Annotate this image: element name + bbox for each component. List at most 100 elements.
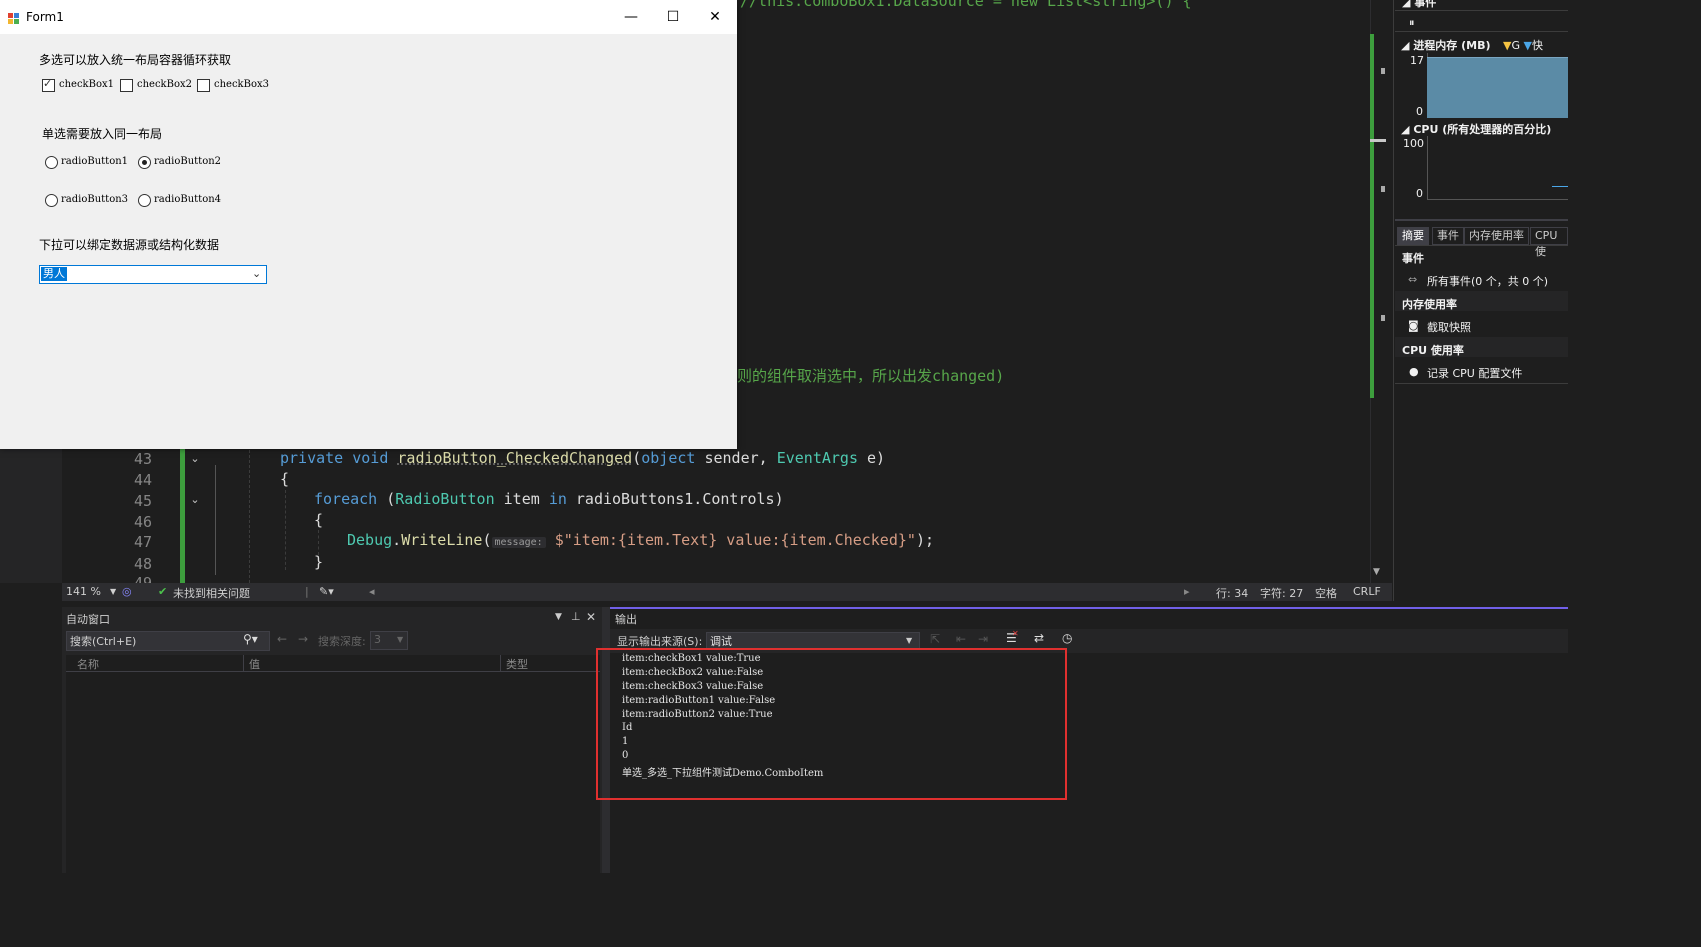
code-text: ); xyxy=(915,531,934,549)
column-divider[interactable] xyxy=(500,655,501,671)
events-header: ◢ 事件 xyxy=(1402,0,1436,10)
divider xyxy=(1395,245,1568,246)
radio-button-3[interactable] xyxy=(45,194,58,207)
cpu-header-label: CPU (所有处理器的百分比) xyxy=(1413,123,1552,136)
timestamp-clock-icon[interactable]: ◷ xyxy=(1062,631,1072,645)
word-wrap-icon[interactable]: ⇄ xyxy=(1034,631,1044,645)
next-message-icon[interactable]: ⇥ xyxy=(978,632,988,646)
divider xyxy=(1395,219,1568,221)
copilot-icon[interactable]: ◎ xyxy=(122,585,132,598)
indent-mode[interactable]: 空格 xyxy=(1315,585,1337,601)
output-source-label: 显示输出来源(S): xyxy=(617,635,703,648)
radio-button-4[interactable] xyxy=(138,194,151,207)
form-app-icon xyxy=(8,13,19,24)
fold-chevron-icon[interactable]: ⌄ xyxy=(188,452,202,466)
column-divider[interactable] xyxy=(243,655,244,671)
code-line-47[interactable]: Debug.WriteLine(message: $"item:{item.Te… xyxy=(347,531,934,549)
code-keyword: in xyxy=(548,490,567,508)
line-number: 43 xyxy=(133,450,152,468)
divider xyxy=(1395,383,1568,384)
chevron-down-icon: ▼ xyxy=(397,635,404,644)
divider xyxy=(1395,10,1568,11)
scroll-right-icon[interactable]: ▸ xyxy=(1184,585,1190,598)
checkbox-3-label[interactable]: checkBox3 xyxy=(214,79,269,90)
scroll-down-icon[interactable]: ▼ xyxy=(1373,567,1380,577)
checkbox-2[interactable] xyxy=(120,79,133,92)
scrollbar-thumb[interactable] xyxy=(1370,139,1386,142)
radio-button-2[interactable] xyxy=(138,156,151,169)
forward-arrow-icon[interactable]: → xyxy=(298,632,308,646)
radio-button-1[interactable] xyxy=(45,156,58,169)
line-number: 49 xyxy=(133,574,152,583)
code-line-43[interactable]: private void radioButton_CheckedChanged(… xyxy=(280,449,885,467)
checkbox-1[interactable] xyxy=(42,77,55,92)
scrollbar-marker xyxy=(1381,315,1385,321)
code-comment-mid: 则的组件取消选中，所以出发changed) xyxy=(737,367,1005,385)
close-icon[interactable]: ✕ xyxy=(586,610,596,624)
section-events-title: 事件 xyxy=(1402,252,1424,265)
code-method: WriteLine xyxy=(401,531,483,549)
memory-header: ◢ 进程内存 (MB) xyxy=(1401,37,1491,53)
maximize-button[interactable]: ☐ xyxy=(651,0,695,34)
column-header-value[interactable]: 值 xyxy=(249,656,260,672)
checkbox-2-label[interactable]: checkBox2 xyxy=(137,79,192,90)
tab-cpu-usage[interactable]: CPU 使 xyxy=(1530,227,1568,258)
radio-button-2-label[interactable]: radioButton2 xyxy=(154,156,221,167)
code-text: sender, xyxy=(695,449,777,467)
record-cpu-profile-button[interactable]: 记录 CPU 配置文件 xyxy=(1427,365,1522,381)
scrollbar-marker xyxy=(1381,68,1385,74)
tab-memory-usage[interactable]: 内存使用率 xyxy=(1464,227,1529,245)
code-line-45[interactable]: foreach (RadioButton item in radioButton… xyxy=(314,490,784,508)
back-arrow-icon[interactable]: ← xyxy=(277,632,287,646)
window-menu-icon[interactable]: ▼ xyxy=(555,612,562,622)
fold-chevron-icon[interactable]: ⌄ xyxy=(188,493,202,507)
cleanup-brush-icon[interactable]: ✎▾ xyxy=(319,585,334,598)
close-button[interactable]: ✕ xyxy=(693,0,737,34)
radio-button-1-label[interactable]: radioButton1 xyxy=(61,156,128,167)
checkbox-1-label[interactable]: checkBox1 xyxy=(59,79,114,90)
code-text: ( xyxy=(482,531,492,549)
minimize-button[interactable]: — xyxy=(609,0,653,34)
scroll-left-icon[interactable]: ◂ xyxy=(369,585,375,598)
zoom-level[interactable]: 141 % xyxy=(66,585,101,598)
combo-box[interactable]: 男人 ⌄ xyxy=(39,265,267,284)
take-snapshot-button[interactable]: 截取快照 xyxy=(1427,319,1471,335)
events-header-label: 事件 xyxy=(1414,0,1437,9)
check-circle-icon: ✔ xyxy=(158,585,168,598)
checkbox-group-label: 多选可以放入统一布局容器循环获取 xyxy=(39,53,232,67)
legend-marker-icon: ▼ xyxy=(1523,39,1532,52)
cpu-chart-frame[interactable] xyxy=(1427,136,1568,200)
zoom-dropdown-icon[interactable]: ▼ xyxy=(110,587,116,596)
tab-summary[interactable]: 摘要 xyxy=(1397,227,1429,245)
cursor-line[interactable]: 行: 34 xyxy=(1216,585,1248,601)
pin-icon[interactable]: ⊥ xyxy=(571,610,581,623)
cursor-char[interactable]: 字符: 27 xyxy=(1260,585,1303,601)
collapse-arrow-icon[interactable]: ◢ xyxy=(1401,39,1409,52)
column-header-type[interactable]: 类型 xyxy=(506,656,528,672)
line-ending[interactable]: CRLF xyxy=(1353,585,1381,598)
tab-events[interactable]: 事件 xyxy=(1432,227,1464,245)
all-events-link[interactable]: 所有事件(0 个，共 0 个) xyxy=(1427,273,1548,289)
search-icon[interactable]: ⚲▾ xyxy=(243,632,258,646)
find-message-icon[interactable]: ⇱ xyxy=(930,632,940,646)
combo-group-label: 下拉可以绑定数据源或结构化数据 xyxy=(39,238,220,252)
issues-status[interactable]: 未找到相关问题 xyxy=(173,585,250,601)
autos-grid[interactable] xyxy=(66,655,600,873)
code-line-48[interactable]: } xyxy=(314,553,323,571)
code-line-46[interactable]: { xyxy=(314,511,323,529)
search-depth-select[interactable]: 3 ▼ xyxy=(370,631,408,650)
section-memory-title: 内存使用率 xyxy=(1402,298,1457,311)
memory-chart-area[interactable] xyxy=(1427,57,1568,118)
pause-icon[interactable]: ⏸ xyxy=(1409,16,1415,30)
section-cpu-title: CPU 使用率 xyxy=(1402,344,1464,357)
radio-button-4-label[interactable]: radioButton4 xyxy=(154,194,221,205)
prev-message-icon[interactable]: ⇤ xyxy=(956,632,966,646)
chevron-down-icon[interactable]: ⌄ xyxy=(252,267,261,280)
radio-button-3-label[interactable]: radioButton3 xyxy=(61,194,128,205)
collapse-arrow-icon[interactable]: ◢ xyxy=(1401,123,1409,136)
collapse-arrow-icon[interactable]: ◢ xyxy=(1402,0,1410,9)
column-header-name[interactable]: 名称 xyxy=(77,656,99,672)
code-line-44[interactable]: { xyxy=(280,470,289,488)
code-keyword: private void xyxy=(280,449,398,467)
checkbox-3[interactable] xyxy=(197,79,210,92)
